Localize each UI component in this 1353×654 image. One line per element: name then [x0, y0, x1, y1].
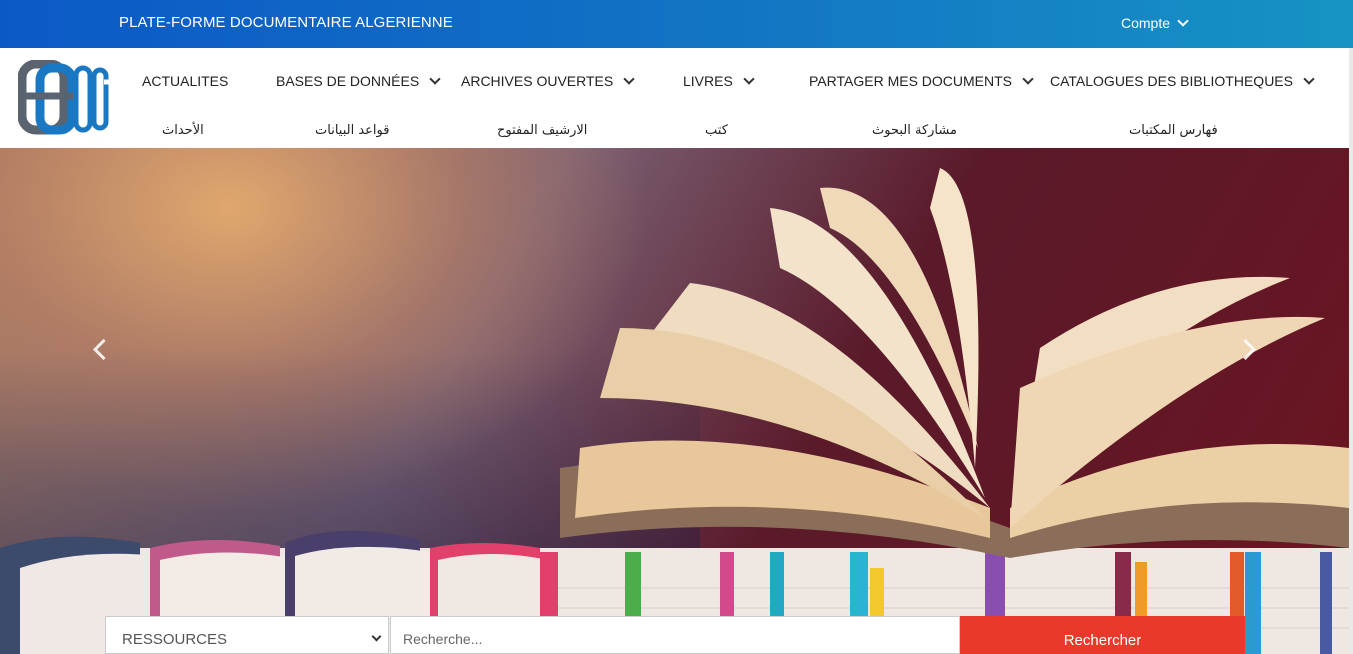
chevron-down-icon — [1177, 15, 1189, 27]
nav-catalogues[interactable]: CATALOGUES DES BIBLIOTHEQUES — [1050, 73, 1315, 89]
chevron-down-icon — [623, 73, 635, 85]
nav-partager-label: PARTAGER MES DOCUMENTS — [809, 73, 1013, 89]
open-book — [560, 168, 1349, 558]
nav-bases-arabic[interactable]: قواعد البيانات — [315, 123, 389, 138]
chevron-down-icon — [1303, 73, 1315, 85]
hero-carousel — [0, 148, 1349, 654]
pnst-logo[interactable] — [18, 60, 112, 136]
nav-livres-label: LIVRES — [683, 73, 733, 89]
nav-actualites-arabic[interactable]: الأحداث — [162, 123, 204, 138]
resource-type-select[interactable]: RESSOURCES — [105, 616, 389, 654]
chevron-down-icon — [743, 73, 755, 85]
chevron-down-icon — [1022, 73, 1034, 85]
nav-actualites-label: ACTUALITES — [142, 73, 229, 89]
nav-actualites[interactable]: ACTUALITES — [142, 73, 228, 89]
nav-bases-label: BASES DE DONNÉES — [276, 73, 420, 89]
search-button[interactable]: Rechercher — [960, 616, 1245, 654]
page-scrollbar[interactable] — [1349, 48, 1353, 654]
chevron-down-icon — [429, 73, 441, 85]
search-input[interactable]: Recherche... — [390, 616, 960, 654]
nav-catalogues-label: CATALOGUES DES BIBLIOTHEQUES — [1050, 73, 1293, 89]
account-label: Compte — [1121, 15, 1171, 31]
chevron-down-icon — [371, 631, 382, 642]
search-placeholder: Recherche... — [403, 631, 483, 647]
nav-archives-ouvertes[interactable]: ARCHIVES OUVERTES — [461, 73, 635, 89]
nav-archives-arabic[interactable]: الارشيف المفتوح — [497, 123, 587, 138]
nav-bases-de-donnees[interactable]: BASES DE DONNÉES — [276, 73, 441, 89]
nav-catalogues-arabic[interactable]: فهارس المكتبات — [1129, 123, 1218, 138]
books-illustration — [0, 168, 1349, 654]
site-title: PLATE-FORME DOCUMENTAIRE ALGERIENNE — [119, 14, 453, 31]
nav-partager-arabic[interactable]: مشاركة البحوث — [872, 123, 957, 138]
nav-archives-label: ARCHIVES OUVERTES — [461, 73, 614, 89]
nav-partager[interactable]: PARTAGER MES DOCUMENTS — [809, 73, 1034, 89]
top-bar: PLATE-FORME DOCUMENTAIRE ALGERIENNE Comp… — [0, 0, 1353, 48]
account-menu[interactable]: Compte — [1121, 15, 1189, 31]
nav-livres-arabic[interactable]: كتب — [705, 123, 728, 138]
resource-type-value: RESSOURCES — [122, 631, 228, 648]
nav-livres[interactable]: LIVRES — [683, 73, 755, 89]
